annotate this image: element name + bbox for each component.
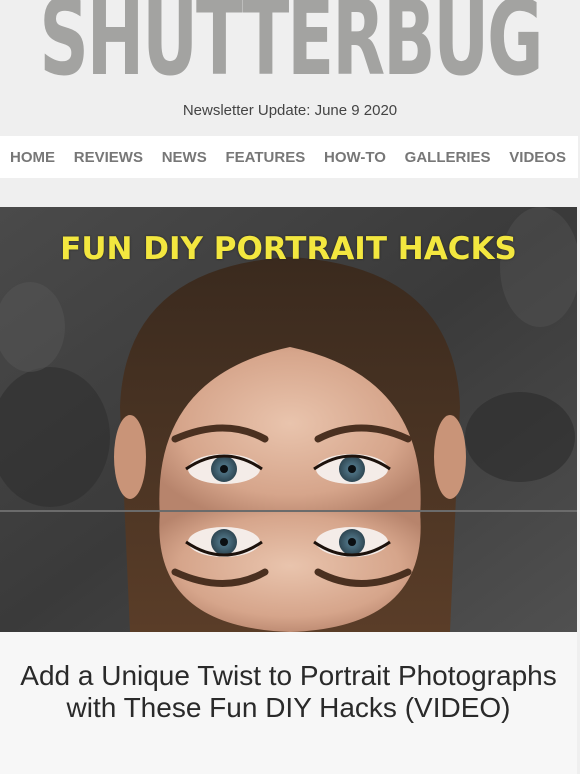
- nav-item-galleries[interactable]: GALLERIES: [405, 149, 491, 166]
- nav-item-news[interactable]: NEWS: [162, 149, 207, 166]
- hero-caption: FUN DIY PORTRAIT HACKS: [60, 231, 517, 267]
- hero-image[interactable]: FUN DIY PORTRAIT HACKS: [0, 207, 577, 632]
- nav-item-features[interactable]: FEATURES: [225, 149, 305, 166]
- article-card: Add a Unique Twist to Portrait Photograp…: [0, 632, 577, 774]
- nav-item-home[interactable]: HOME: [10, 149, 55, 166]
- nav-item-reviews[interactable]: REVIEWS: [74, 149, 143, 166]
- nav-item-videos[interactable]: VIDEOS: [509, 149, 566, 166]
- main-nav: HOME REVIEWS NEWS FEATURES HOW-TO GALLER…: [0, 136, 578, 178]
- site-logo[interactable]: SHUTTERBUG: [0, 0, 580, 96]
- nav-item-how-to[interactable]: HOW-TO: [324, 149, 386, 166]
- article-title-link[interactable]: Add a Unique Twist to Portrait Photograp…: [20, 660, 557, 724]
- portrait-illustration: [0, 207, 577, 632]
- newsletter-date: Newsletter Update: June 9 2020: [182, 102, 398, 119]
- logo-text: SHUTTERBUG: [38, 0, 543, 99]
